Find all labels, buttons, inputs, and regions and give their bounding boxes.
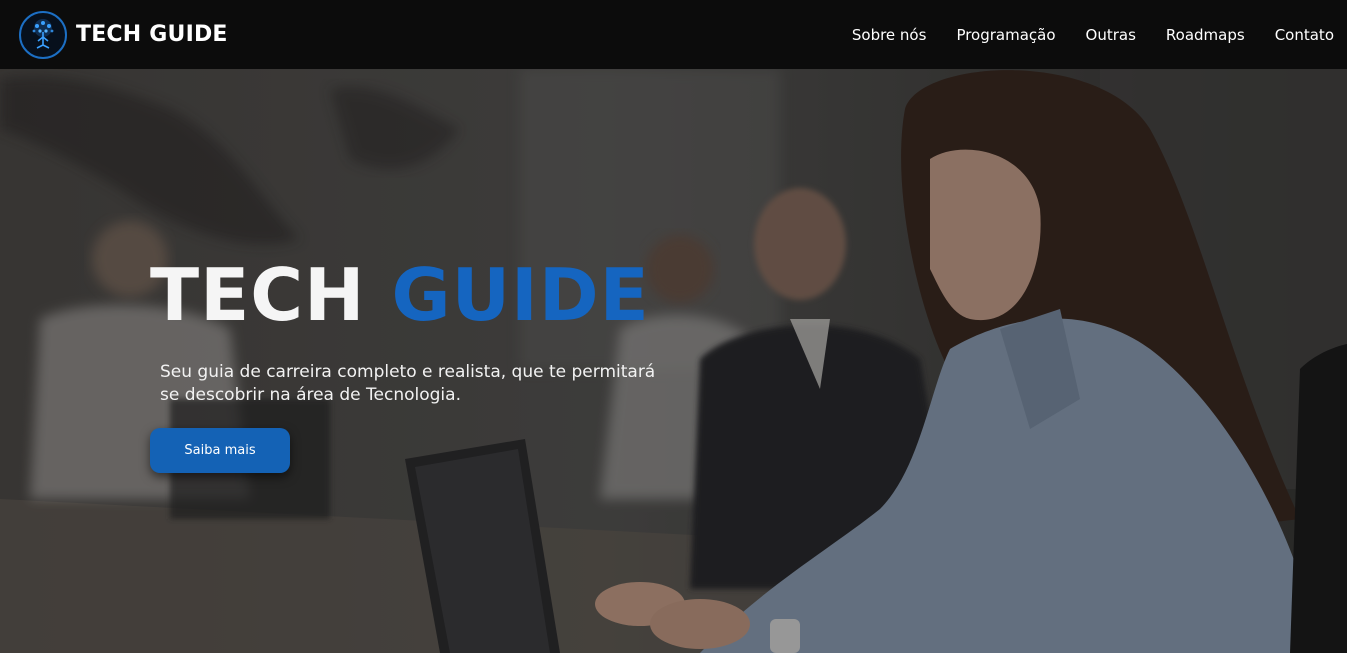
nav-link-sobre-nos[interactable]: Sobre nós bbox=[852, 26, 927, 44]
hero-subtitle-line2: se descobrir na área de Tecnologia. bbox=[160, 385, 461, 405]
hero-subtitle: Seu guia de carreira completo e realista… bbox=[160, 361, 680, 407]
brand-name: TECH GUIDE bbox=[76, 22, 228, 47]
hero-title-tech: TECH bbox=[150, 253, 366, 337]
tree-circuit-icon bbox=[19, 10, 67, 59]
nav-link-outras[interactable]: Outras bbox=[1086, 26, 1136, 44]
navbar: TECH GUIDE Sobre nós Programação Outras … bbox=[0, 0, 1347, 69]
nav-link-roadmaps[interactable]: Roadmaps bbox=[1166, 26, 1245, 44]
nav-link-contato[interactable]: Contato bbox=[1275, 26, 1334, 44]
nav-link-programacao[interactable]: Programação bbox=[956, 26, 1055, 44]
main-nav: Sobre nós Programação Outras Roadmaps Co… bbox=[822, 0, 1334, 69]
hero-title-guide: GUIDE bbox=[391, 253, 650, 337]
saiba-mais-button[interactable]: Saiba mais bbox=[150, 428, 290, 473]
hero-section: TECH GUIDE Seu guia de carreira completo… bbox=[0, 69, 1347, 653]
hero-subtitle-line1: Seu guia de carreira completo e realista… bbox=[160, 362, 656, 382]
brand[interactable]: TECH GUIDE bbox=[19, 10, 228, 59]
hero-title: TECH GUIDE bbox=[150, 259, 650, 331]
